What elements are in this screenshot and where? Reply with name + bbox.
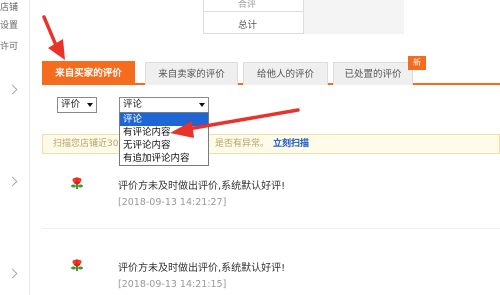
feedback-time: [2018-09-13 14:21:15] <box>118 279 227 290</box>
scan-notice-bar: 扫描您店铺近30 是否有异常。 立刻扫描 <box>42 134 500 154</box>
notice-text: 是否有异常。 <box>215 139 270 149</box>
chevron-right-icon[interactable] <box>7 268 18 279</box>
comment-filter-select[interactable]: 评论 <box>119 97 209 113</box>
summary-cell: 合评 总计 <box>204 0 304 34</box>
dropdown-option-has-followup[interactable]: 有追加评论内容 <box>120 152 208 165</box>
divider <box>42 228 500 229</box>
feedback-tabs: 来自买家的评价 来自卖家的评价 给他人的评价 已处置的评价 <box>42 59 500 85</box>
dropdown-option-no-comment[interactable]: 无评论内容 <box>120 139 208 152</box>
caret-down-icon <box>87 103 93 107</box>
left-sidebar: 店铺 设置 许可 <box>0 0 30 295</box>
summary-ghost-label: 合评 <box>238 0 257 10</box>
tab-from-buyers[interactable]: 来自买家的评价 <box>42 61 135 85</box>
new-badge: 新 <box>408 56 426 70</box>
caret-down-icon <box>199 103 205 107</box>
feedback-text: 评价方未及时做出评价,系统默认好评! <box>118 263 286 274</box>
sidebar-item-settings[interactable]: 设置 <box>0 18 30 31</box>
flower-icon <box>71 177 83 189</box>
scan-now-link[interactable]: 立刻扫描 <box>273 139 309 149</box>
sidebar-item-store[interactable]: 店铺 <box>0 0 30 13</box>
rating-select[interactable]: 评价 <box>57 97 97 113</box>
divider <box>204 11 304 12</box>
tab-from-sellers[interactable]: 来自卖家的评价 <box>145 62 238 85</box>
sidebar-item-license[interactable]: 许可 <box>0 39 30 52</box>
tab-given-to-others[interactable]: 给他人的评价 <box>243 62 328 85</box>
summary-table: 合评 总计 <box>203 0 404 34</box>
dropdown-option-comment[interactable]: 评论 <box>120 113 208 126</box>
feedback-text: 评价方未及时做出评价,系统默认好评! <box>118 181 286 192</box>
annotation-arrow-tab <box>42 15 65 60</box>
flower-icon <box>71 259 83 271</box>
tab-handled[interactable]: 已处置的评价 <box>333 62 413 85</box>
comment-filter-dropdown: 评论 有评论内容 无评论内容 有追加评论内容 <box>119 112 209 166</box>
notice-text: 扫描您店铺近30 <box>53 139 119 149</box>
summary-total-label: 总计 <box>238 20 258 31</box>
chevron-right-icon[interactable] <box>7 84 18 95</box>
summary-cell-empty <box>304 0 404 34</box>
comment-select-value: 评论 <box>123 99 143 110</box>
dropdown-option-has-comment[interactable]: 有评论内容 <box>120 126 208 139</box>
feedback-time: [2018-09-13 14:21:27] <box>118 197 227 208</box>
rating-select-value: 评价 <box>61 99 81 110</box>
chevron-right-icon[interactable] <box>7 176 18 187</box>
